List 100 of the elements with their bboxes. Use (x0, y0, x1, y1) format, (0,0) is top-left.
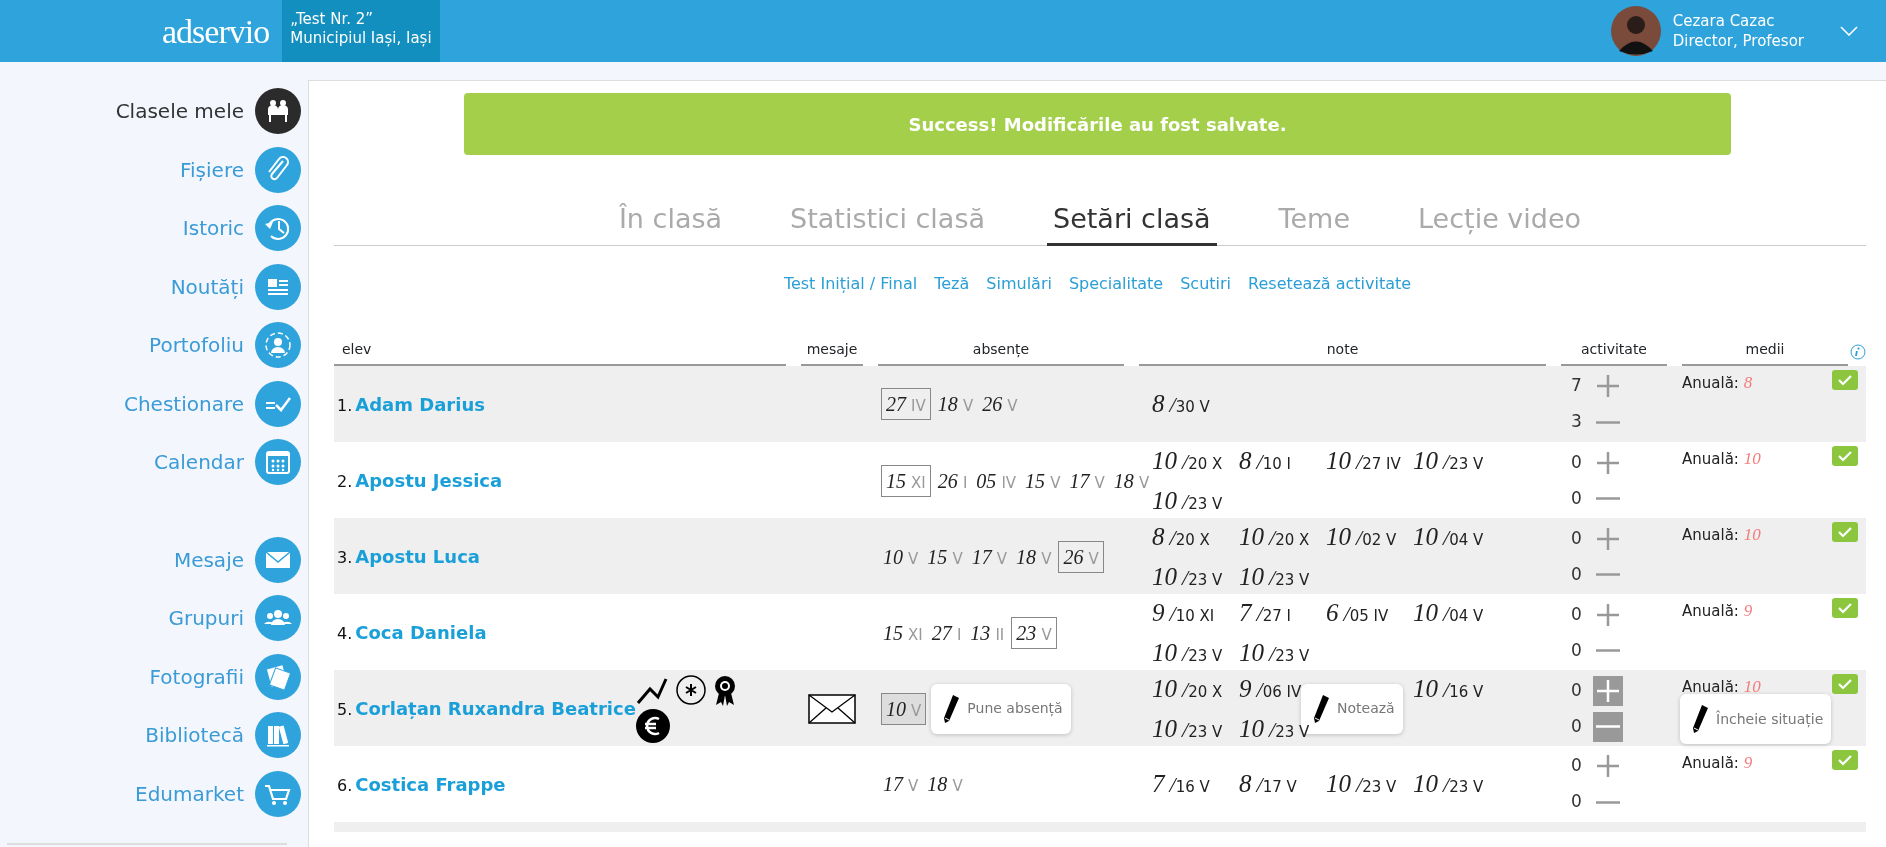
grade-entry[interactable]: 8 /20 X (1152, 518, 1239, 556)
check-icon[interactable] (1832, 750, 1858, 770)
school-name: „Test Nr. 2” (290, 10, 375, 29)
grade-entry[interactable]: 10 /20 X (1239, 518, 1326, 556)
clock-icon (255, 205, 301, 252)
grade-entry[interactable]: 10 /04 V (1413, 594, 1500, 632)
activity-count: 0 (1571, 486, 1583, 510)
award-icon (712, 674, 738, 707)
grade-entry[interactable]: 8 /17 V (1239, 765, 1326, 803)
minus-icon (1596, 420, 1620, 424)
newspaper-icon (255, 263, 301, 310)
group-icon (255, 595, 301, 642)
absence-mark[interactable]: 18 V (935, 389, 976, 419)
envelope-icon[interactable] (808, 693, 856, 724)
activity-count: 7 (1571, 374, 1583, 398)
minus-icon (1596, 800, 1620, 804)
grade-entry[interactable]: 10 /23 V (1152, 633, 1239, 671)
activity-count: 0 (1571, 526, 1583, 550)
grade-entry[interactable]: 10 /23 V (1326, 765, 1413, 803)
grade-entry[interactable]: 10 /23 V (1152, 481, 1239, 519)
photos-icon (255, 653, 301, 700)
grade-entry[interactable]: 9 /10 XI (1152, 594, 1239, 632)
school-selector[interactable]: „Test Nr. 2” Municipiul Iași, Iași (282, 0, 440, 62)
activity-count: 0 (1571, 638, 1583, 662)
row-number: 5. (337, 699, 353, 721)
absence-mark[interactable]: 18 V (925, 769, 965, 799)
check-icon[interactable] (1832, 598, 1858, 618)
tooltip-text: Pune absență (967, 699, 1063, 719)
cart-icon (255, 770, 301, 817)
grade-entry[interactable]: 7 /27 I (1239, 594, 1326, 632)
chevron-down-icon[interactable] (1840, 26, 1858, 36)
euro-icon (636, 708, 670, 743)
plus-icon (1596, 374, 1620, 398)
avatar[interactable] (1610, 6, 1661, 56)
asterisk-icon (676, 674, 706, 705)
activity-count: 0 (1571, 754, 1583, 778)
grade-entry[interactable]: 8 /10 I (1239, 442, 1326, 480)
minus-icon (1596, 497, 1620, 500)
absence-mark[interactable]: 05 IV (974, 465, 1019, 496)
minus-icon (1596, 649, 1620, 652)
info-icon[interactable] (1850, 344, 1866, 360)
absence-mark[interactable]: 18 V (1111, 465, 1152, 496)
absence-mark[interactable]: 13 II (968, 617, 1007, 648)
check-icon[interactable] (1832, 370, 1858, 390)
absence-mark[interactable]: 17 V (969, 541, 1010, 572)
absence-mark[interactable]: 17 V (1067, 465, 1107, 496)
grade-entry[interactable]: 10 /23 V (1239, 557, 1326, 595)
absence-mark[interactable]: 27 IV (881, 388, 931, 420)
tooltip-text: Încheie situație (1716, 709, 1824, 730)
grade-entry[interactable]: 10 /02 V (1326, 518, 1413, 556)
average-text: Anuală: 9 (1682, 752, 1753, 774)
grade-entry[interactable]: 10 /27 IV (1326, 442, 1413, 480)
absence-mark[interactable]: 10 V (881, 541, 921, 572)
absence-mark[interactable]: 26 V (980, 389, 1020, 419)
check-icon[interactable] (1832, 674, 1858, 694)
envelope-icon (255, 536, 301, 583)
absence-mark[interactable]: 15 V (925, 541, 965, 572)
row-number: 6. (337, 774, 353, 797)
grade-entry[interactable]: 10 /23 V (1239, 709, 1326, 747)
tab[interactable]: Setări clasă (1047, 186, 1217, 246)
check-icon[interactable] (1832, 522, 1858, 542)
user-name: Cezara Cazac (1672, 11, 1776, 31)
absence-mark[interactable]: 27 I (929, 617, 964, 648)
grade-entry[interactable]: 8 /30 V (1152, 385, 1239, 423)
grade-entry[interactable]: 10 /16 V (1413, 670, 1500, 708)
grade-entry[interactable]: 10 /20 X (1152, 670, 1239, 708)
absence-mark[interactable]: 15 XI (881, 617, 925, 648)
grade-entry[interactable]: 10 /23 V (1152, 709, 1239, 747)
grade-entry[interactable]: 10 /23 V (1413, 442, 1500, 480)
absence-mark[interactable]: 15 XI (881, 464, 931, 497)
people-icon (255, 88, 301, 135)
grade-entry[interactable]: 7 /16 V (1152, 765, 1239, 803)
absence-mark[interactable]: 26 I (935, 465, 970, 496)
absence-mark[interactable]: 15 V (1023, 465, 1063, 496)
absence-mark[interactable]: 17 V (881, 769, 921, 799)
grade-entry[interactable]: 10 /04 V (1413, 518, 1500, 556)
sidebar-item[interactable]: Clasele mele (0, 82, 308, 141)
absence-mark[interactable]: 10 V (881, 692, 927, 725)
grade-entry[interactable]: 10 /23 V (1413, 765, 1500, 803)
absence-mark[interactable]: 26 V (1058, 540, 1104, 573)
grade-entry[interactable]: 6 /05 IV (1326, 594, 1413, 632)
grade-entry[interactable]: 10 /23 V (1239, 633, 1326, 671)
grade-entry[interactable]: 10 /23 V (1152, 557, 1239, 595)
paperclip-icon (255, 146, 301, 193)
activity-count: 0 (1571, 450, 1583, 474)
user-role: Director, Profesor (1672, 31, 1804, 51)
minus-button[interactable] (1593, 711, 1623, 742)
row-number: 1. (337, 394, 353, 417)
activity-count: 0 (1571, 678, 1583, 702)
row-number: 2. (337, 471, 353, 493)
success-alert: Success! Modificările au fost salvate. (464, 93, 1731, 155)
grade-entry[interactable]: 10 /20 X (1152, 442, 1239, 480)
absence-mark[interactable]: 18 V (1014, 541, 1054, 572)
plus-icon (1596, 602, 1620, 627)
plus-icon (1596, 754, 1620, 778)
absence-mark[interactable]: 23 V (1011, 616, 1057, 649)
calendar-icon (255, 439, 301, 486)
plus-icon (1596, 450, 1620, 475)
check-icon[interactable] (1832, 446, 1858, 466)
plus-button[interactable] (1593, 675, 1623, 706)
